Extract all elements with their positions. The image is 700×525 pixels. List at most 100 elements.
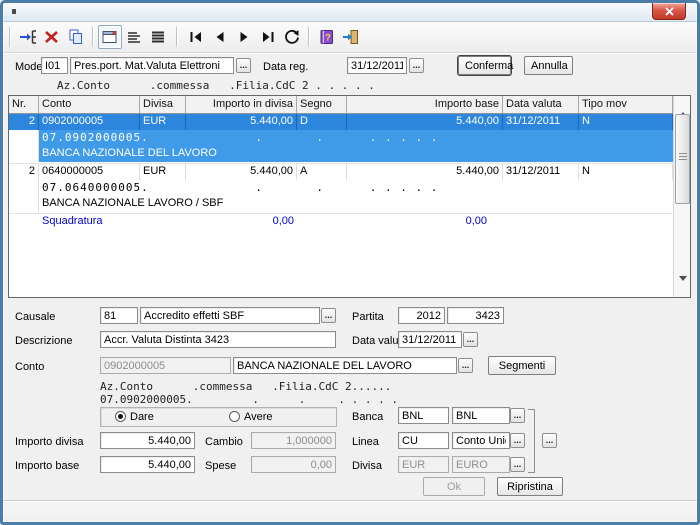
dare-avere-panel: Dare Avere — [100, 407, 337, 427]
banca-desc-input[interactable] — [452, 407, 510, 424]
conto-browse-button[interactable]: ... — [458, 358, 473, 373]
first-record-button[interactable] — [184, 25, 208, 49]
cell-conto: 0640000005 — [39, 164, 140, 180]
scrollbar-thumb[interactable] — [675, 114, 690, 204]
triangle-down-icon — [679, 276, 687, 296]
scroll-up-button[interactable] — [675, 97, 690, 112]
fields-group-bracket — [528, 409, 535, 473]
ripristina-button[interactable]: Ripristina — [497, 477, 563, 496]
close-icon — [665, 7, 674, 16]
linea-extra-browse-button[interactable]: ... — [542, 433, 557, 448]
linea-desc-input[interactable] — [452, 432, 510, 449]
annulla-button[interactable]: Annulla — [524, 56, 573, 75]
cell-empty — [9, 130, 39, 146]
table-row-segment[interactable]: 07.0902000005. . . . . . . . — [9, 130, 673, 146]
causale-browse-button[interactable]: ... — [321, 308, 336, 323]
descrizione-label: Descrizione — [15, 335, 72, 347]
cell-empty — [9, 214, 39, 230]
table-row-description[interactable]: BANCA NAZIONALE DEL LAVORO — [9, 146, 673, 162]
segmenti-button[interactable]: Segmenti — [488, 356, 556, 375]
modello-desc-input[interactable] — [70, 57, 234, 74]
copy-button[interactable] — [64, 25, 88, 49]
causale-label: Causale — [15, 311, 55, 323]
linea-browse-button[interactable]: ... — [510, 433, 525, 448]
cell-nr: 2 — [9, 114, 39, 130]
importo-base-input[interactable] — [100, 456, 195, 473]
table-row[interactable]: 2 0902000005 EUR 5.440,00 D 5.440,00 31/… — [9, 114, 673, 130]
causale-desc-input[interactable] — [140, 307, 320, 324]
radio-off-icon — [229, 411, 240, 422]
cell-segmento: 07.0902000005. . . . . . . . — [39, 130, 673, 146]
column-header-tipo-mov[interactable]: Tipo mov — [579, 96, 673, 113]
ok-button[interactable]: Ok — [423, 477, 485, 496]
properties-button[interactable] — [98, 25, 122, 49]
squadratura-importo-base: 0,00 — [347, 214, 503, 230]
causale-code-input[interactable] — [100, 307, 138, 324]
cell-segno: D — [297, 114, 347, 130]
column-header-divisa[interactable]: Divisa — [140, 96, 186, 113]
cell-descrizione: BANCA NAZIONALE DEL LAVORO — [39, 146, 673, 162]
toolbar-separator — [176, 27, 177, 47]
cell-divisa: EUR — [140, 164, 186, 180]
data-valuta-browse-button[interactable]: ... — [463, 332, 478, 347]
squadratura-row: Squadratura 0,00 0,00 — [9, 214, 673, 230]
delete-record-button[interactable] — [40, 25, 64, 49]
linea-label: Linea — [352, 436, 379, 448]
cell-divisa: EUR — [140, 114, 186, 130]
cell-nr: 2 — [9, 164, 39, 180]
column-header-importo-divisa[interactable]: Importo in divisa — [186, 96, 297, 113]
cell-data-valuta: 31/12/2011 — [503, 114, 579, 130]
grid-scrollbar[interactable] — [673, 96, 690, 297]
help-button[interactable]: ? — [315, 25, 339, 49]
scroll-down-button[interactable] — [675, 281, 690, 296]
avere-radio[interactable]: Avere — [229, 411, 273, 423]
descrizione-input[interactable] — [100, 331, 336, 348]
conferma-button[interactable]: Conferma — [458, 56, 511, 75]
cell-descrizione: BANCA NAZIONALE LAVORO / SBF — [39, 196, 673, 212]
importo-divisa-input[interactable] — [100, 432, 195, 449]
segments-header-form: Az.Conto .commessa .Filia.CdC 2...... — [100, 380, 391, 393]
first-record-icon — [187, 28, 205, 46]
toolbar-separator — [92, 27, 93, 47]
column-header-data-valuta[interactable]: Data valuta — [503, 96, 579, 113]
partita-numero-input[interactable] — [447, 307, 504, 324]
column-header-nr[interactable]: Nr. — [9, 96, 39, 113]
modello-code-input[interactable] — [41, 57, 68, 74]
spese-label: Spese — [205, 460, 236, 472]
cell-segno: A — [297, 164, 347, 180]
column-header-importo-base[interactable]: Importo base — [347, 96, 503, 113]
close-button[interactable] — [652, 3, 686, 20]
column-header-segno[interactable]: Segno — [297, 96, 347, 113]
list-view-button[interactable] — [146, 25, 170, 49]
conto-desc-input[interactable] — [233, 357, 457, 374]
data-reg-input[interactable] — [347, 57, 407, 74]
title-bar[interactable] — [3, 3, 697, 22]
banca-code-input[interactable] — [398, 407, 449, 424]
window-icon — [12, 9, 16, 14]
exit-icon — [342, 28, 360, 46]
linea-code-input[interactable] — [398, 432, 449, 449]
refresh-button[interactable] — [280, 25, 304, 49]
data-valuta-input[interactable] — [398, 331, 462, 348]
divisa-browse-button[interactable]: ... — [510, 457, 525, 472]
previous-record-button[interactable] — [208, 25, 232, 49]
dare-radio[interactable]: Dare — [115, 411, 154, 423]
dare-radio-label: Dare — [130, 411, 154, 423]
partita-label: Partita — [352, 311, 384, 323]
cambio-input — [251, 432, 336, 449]
insert-record-button[interactable] — [16, 25, 40, 49]
data-reg-browse-button[interactable]: ... — [409, 58, 424, 73]
table-row-segment[interactable]: 07.0640000005. . . . . . . . — [9, 180, 673, 196]
next-record-button[interactable] — [232, 25, 256, 49]
last-record-button[interactable] — [256, 25, 280, 49]
exit-button[interactable] — [339, 25, 363, 49]
detail-view-button[interactable] — [122, 25, 146, 49]
modello-browse-button[interactable]: ... — [236, 58, 251, 73]
partita-anno-input[interactable] — [398, 307, 445, 324]
column-header-conto[interactable]: Conto — [39, 96, 140, 113]
data-reg-label: Data reg. — [263, 61, 308, 73]
table-row-description[interactable]: BANCA NAZIONALE LAVORO / SBF — [9, 196, 673, 212]
importo-base-label: Importo base — [15, 460, 79, 472]
table-row[interactable]: 2 0640000005 EUR 5.440,00 A 5.440,00 31/… — [9, 164, 673, 180]
banca-browse-button[interactable]: ... — [510, 408, 525, 423]
